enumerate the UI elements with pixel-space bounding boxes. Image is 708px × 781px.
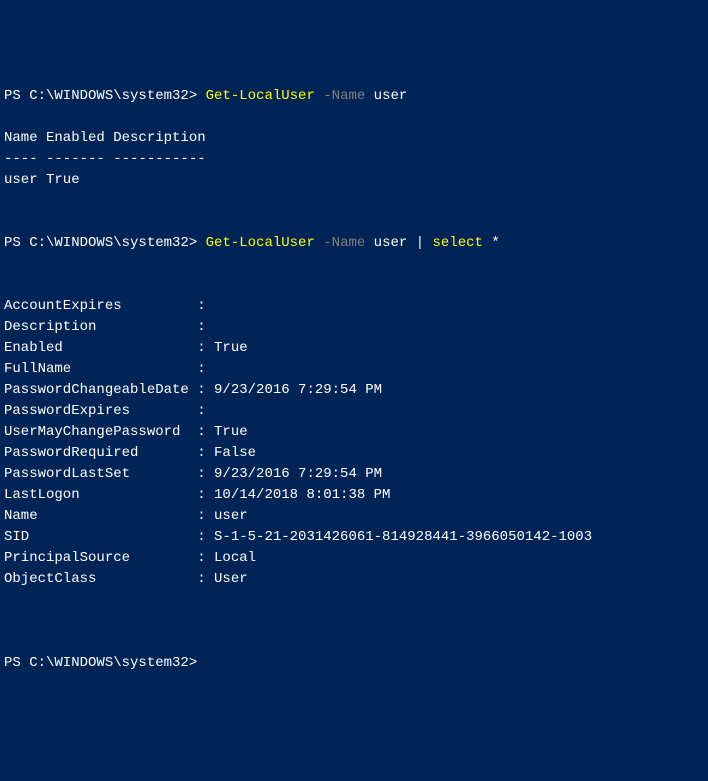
powershell-terminal[interactable]: PS C:\WINDOWS\system32> Get-LocalUser -N… xyxy=(0,84,708,676)
prompt-prefix: PS C:\WINDOWS\system32> xyxy=(4,655,197,671)
wildcard: * xyxy=(491,235,499,251)
arg-user: user xyxy=(365,235,415,251)
table-divider: ---- ------- ----------- xyxy=(4,151,206,167)
prop-password-expires: PasswordExpires : xyxy=(4,403,206,419)
prop-password-last-set: PasswordLastSet : 9/23/2016 7:29:54 PM xyxy=(4,466,382,482)
prompt-line-1: PS C:\WINDOWS\system32> Get-LocalUser -N… xyxy=(4,88,407,104)
prop-enabled: Enabled : True xyxy=(4,340,248,356)
prop-password-required: PasswordRequired : False xyxy=(4,445,256,461)
prop-object-class: ObjectClass : User xyxy=(4,571,248,587)
prop-name: Name : user xyxy=(4,508,248,524)
prop-fullname: FullName : xyxy=(4,361,206,377)
prop-description: Description : xyxy=(4,319,206,335)
cmdlet-get-localuser: Get-LocalUser xyxy=(206,235,315,251)
table-header: Name Enabled Description xyxy=(4,130,206,146)
prompt-line-3: PS C:\WINDOWS\system32> xyxy=(4,655,197,671)
prompt-prefix: PS C:\WINDOWS\system32> xyxy=(4,235,206,251)
cmdlet-select: select xyxy=(433,235,492,251)
prompt-prefix: PS C:\WINDOWS\system32> xyxy=(4,88,206,104)
prop-last-logon: LastLogon : 10/14/2018 8:01:38 PM xyxy=(4,487,390,503)
arg-user: user xyxy=(365,88,407,104)
prop-principal-source: PrincipalSource : Local xyxy=(4,550,256,566)
prop-user-may-change-password: UserMayChangePassword : True xyxy=(4,424,248,440)
cmdlet-get-localuser: Get-LocalUser xyxy=(206,88,315,104)
table-row: user True xyxy=(4,172,80,188)
param-name: -Name xyxy=(315,235,365,251)
prompt-line-2: PS C:\WINDOWS\system32> Get-LocalUser -N… xyxy=(4,235,500,251)
param-name: -Name xyxy=(315,88,365,104)
prop-account-expires: AccountExpires : xyxy=(4,298,206,314)
prop-password-changeable-date: PasswordChangeableDate : 9/23/2016 7:29:… xyxy=(4,382,382,398)
pipe-operator: | xyxy=(416,235,433,251)
prop-sid: SID : S-1-5-21-2031426061-814928441-3966… xyxy=(4,529,592,545)
